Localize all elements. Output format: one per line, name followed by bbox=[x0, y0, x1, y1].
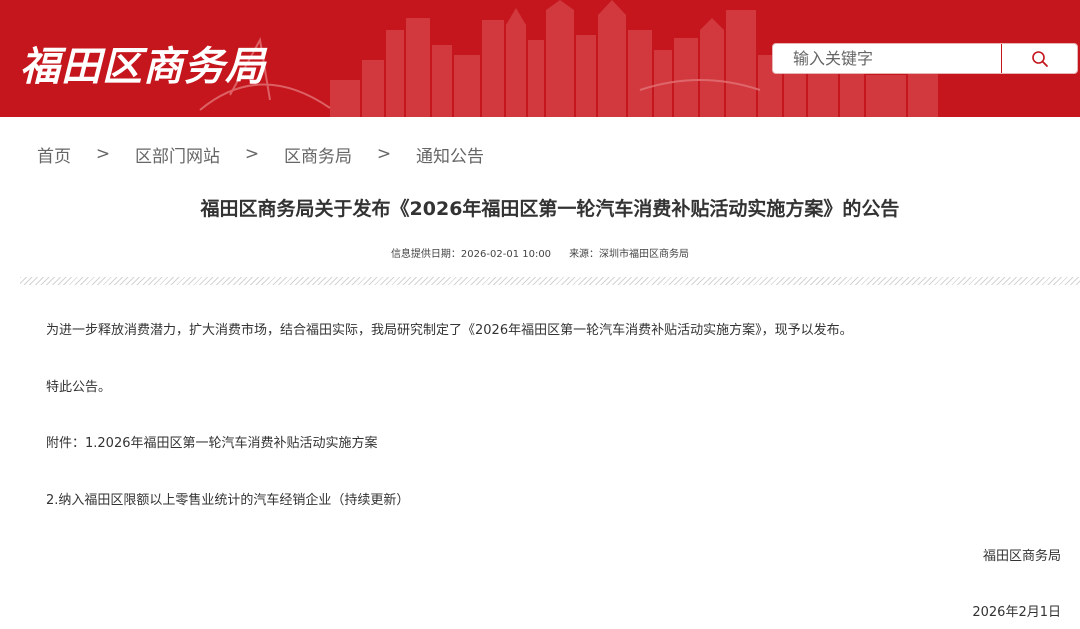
paragraph-notice: 特此公告。 bbox=[46, 380, 112, 395]
breadcrumb: 首页 > 区部门网站 > 区商务局 > 通知公告 bbox=[37, 142, 484, 167]
article-source: 来源：深圳市福田区商务局 bbox=[569, 249, 690, 260]
site-header: 福田区商务局 bbox=[0, 0, 1080, 117]
breadcrumb-home[interactable]: 首页 bbox=[37, 142, 71, 167]
breadcrumb-commerce-bureau[interactable]: 区商务局 bbox=[284, 142, 352, 167]
publish-date: 信息提供日期：2026-02-01 10:00 bbox=[390, 249, 552, 260]
signature: 福田区商务局 bbox=[982, 549, 1061, 564]
article-date: 2026年2月1日 bbox=[972, 605, 1061, 620]
breadcrumb-separator: > bbox=[376, 144, 392, 164]
breadcrumb-separator: > bbox=[95, 144, 111, 164]
search-icon bbox=[1031, 50, 1048, 67]
paragraph-intro: 为进一步释放消费潜力，扩大消费市场，结合福田实际，我局研究制定了《2026年福田… bbox=[46, 323, 853, 338]
search-box bbox=[772, 43, 1078, 74]
breadcrumb-department-sites[interactable]: 区部门网站 bbox=[135, 142, 220, 167]
divider bbox=[20, 277, 1080, 285]
article-title: 福田区商务局关于发布《2026年福田区第一轮汽车消费补贴活动实施方案》的公告 bbox=[200, 198, 900, 220]
attachment-2-link[interactable]: 2.纳入福田区限额以上零售业统计的汽车经销企业（持续更新） bbox=[46, 489, 409, 508]
article-meta: 信息提供日期：2026-02-01 10:00 来源：深圳市福田区商务局 bbox=[0, 245, 1080, 260]
site-title[interactable]: 福田区商务局 bbox=[20, 34, 266, 92]
breadcrumb-notices[interactable]: 通知公告 bbox=[416, 142, 484, 167]
search-button[interactable] bbox=[1001, 44, 1077, 73]
attachment-1-link[interactable]: 附件：1.2026年福田区第一轮汽车消费补贴活动实施方案 bbox=[46, 432, 378, 451]
search-input[interactable] bbox=[773, 44, 1001, 73]
breadcrumb-separator: > bbox=[244, 144, 260, 164]
